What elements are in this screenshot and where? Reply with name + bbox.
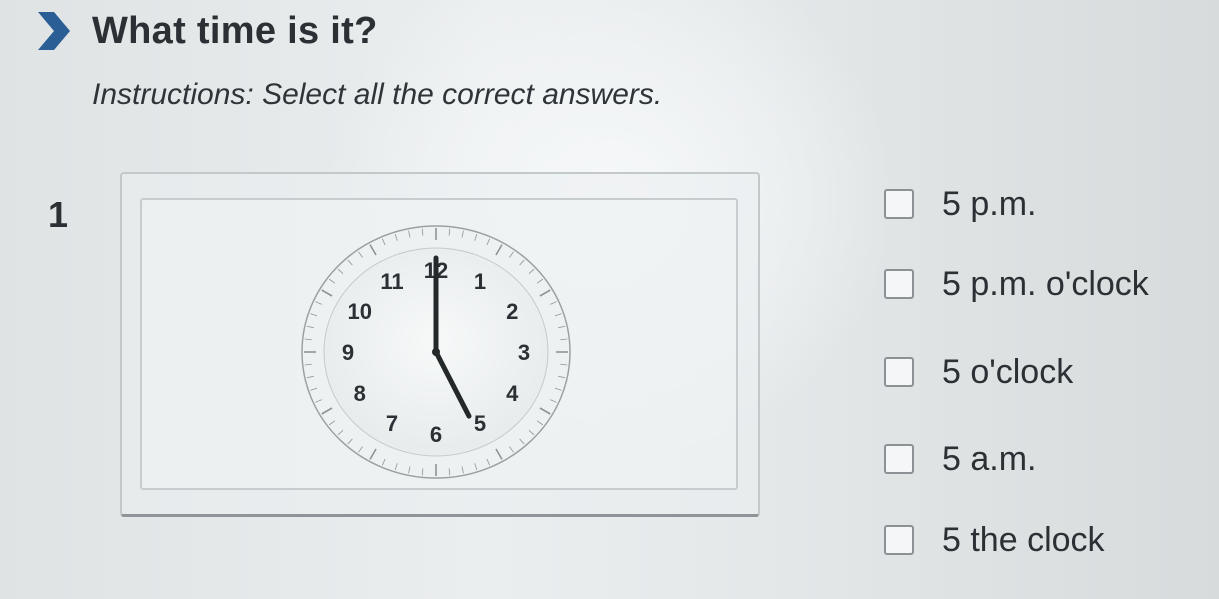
- clock-number: 1: [474, 269, 486, 294]
- clock-number: 9: [342, 340, 354, 365]
- option-label: 5 a.m.: [942, 439, 1037, 478]
- clock-center-pin: [432, 348, 440, 356]
- question-number: 1: [48, 194, 69, 235]
- clock-number: 4: [506, 381, 519, 406]
- option-label: 5 p.m. o'clock: [942, 264, 1149, 303]
- question-header: What time is it?: [30, 6, 378, 56]
- option-label: 5 p.m.: [942, 184, 1037, 223]
- answer-option-5-oclock[interactable]: 5 o'clock: [884, 350, 1073, 394]
- clock-number: 2: [506, 299, 518, 324]
- clock-number: 3: [518, 340, 530, 365]
- clock-image: 121234567891011: [301, 225, 571, 479]
- clock-number: 7: [386, 411, 398, 436]
- option-label: 5 o'clock: [942, 352, 1074, 391]
- clock-number: 10: [348, 299, 372, 324]
- clock-number: 6: [430, 422, 442, 447]
- clock-number: 11: [380, 269, 403, 294]
- answer-option-5pm-oclock[interactable]: 5 p.m. o'clock: [884, 262, 1149, 306]
- clock-number: 8: [354, 381, 366, 406]
- checkbox[interactable]: [884, 189, 914, 219]
- answer-option-5-the-clock[interactable]: 5 the clock: [884, 518, 1105, 562]
- chevron-right-icon[interactable]: [30, 10, 72, 52]
- answer-option-5am[interactable]: 5 a.m.: [884, 437, 1036, 481]
- option-label: 5 the clock: [942, 520, 1105, 559]
- checkbox[interactable]: [884, 525, 914, 555]
- checkbox[interactable]: [884, 444, 914, 474]
- clock-number: 5: [474, 411, 486, 436]
- answer-option-5pm[interactable]: 5 p.m.: [884, 182, 1036, 226]
- instructions-text: Instructions: Select all the correct ans…: [92, 78, 663, 111]
- checkbox[interactable]: [884, 357, 914, 387]
- page-title: What time is it?: [92, 9, 378, 52]
- checkbox[interactable]: [884, 269, 914, 299]
